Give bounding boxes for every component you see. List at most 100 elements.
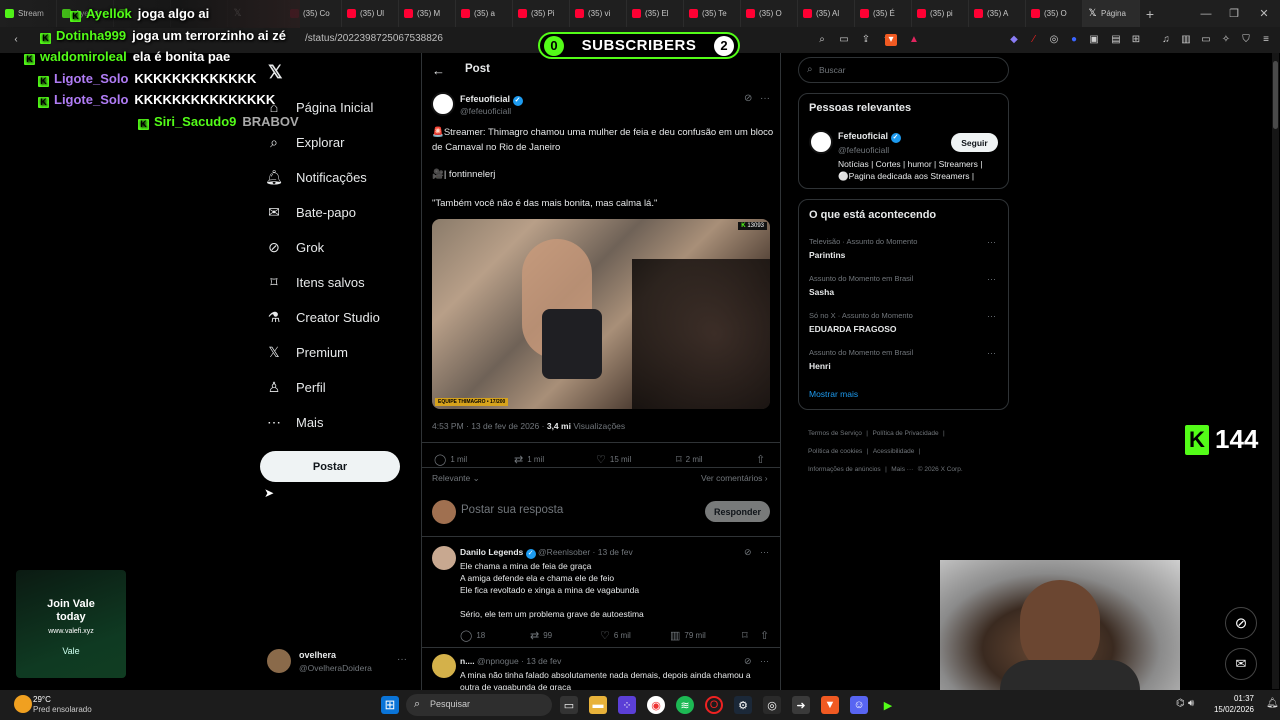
file-explorer-icon[interactable]: ▬ [589, 696, 607, 714]
spotify-icon[interactable]: ≋ [676, 696, 694, 714]
footer-link[interactable]: Política de cookies [808, 448, 862, 455]
bookmark-action[interactable]: ⌑ 2 mil [676, 453, 703, 466]
extension-icon[interactable]: ⁄ [1028, 34, 1040, 46]
chat-username[interactable]: Dotinha999 [56, 28, 126, 43]
reply-input[interactable]: Postar sua resposta [461, 504, 563, 516]
chat-username[interactable]: Ligote_Solo [54, 71, 128, 86]
account-avatar[interactable] [267, 649, 291, 673]
nav-item[interactable]: ♙ Perfil [266, 376, 326, 398]
comment-reply-action[interactable]: ◯ 18 [460, 629, 485, 642]
search-input[interactable]: Buscar [819, 65, 845, 75]
follow-button[interactable]: Seguir [951, 133, 998, 152]
author-avatar[interactable] [431, 92, 455, 116]
relevant-avatar[interactable] [809, 130, 833, 154]
grok-icon[interactable]: ⊘ [744, 547, 752, 558]
task-view-icon[interactable]: ▭ [560, 696, 578, 714]
comment-views-action[interactable]: ▥ 79 mil [670, 629, 706, 642]
trend-item[interactable]: Assunto do Momento em Brasil Henri [809, 348, 999, 371]
browser-tab[interactable]: (35) A [969, 0, 1026, 27]
new-tab-icon[interactable]: + [1140, 6, 1160, 22]
footer-link[interactable]: Informações de anúncios [808, 466, 881, 473]
rewards-icon[interactable]: ▲ [908, 34, 920, 46]
browser-tab[interactable]: (35) pi [912, 0, 969, 27]
more-icon[interactable]: ··· [760, 656, 769, 666]
nav-item[interactable]: ⋯ Mais [266, 411, 323, 433]
repost-action[interactable]: ⇄ 1 mil [514, 453, 544, 466]
trend-more-icon[interactable]: ··· [987, 311, 996, 321]
browser-tab[interactable]: (35) Pi [513, 0, 570, 27]
search-box[interactable]: ⌕ Buscar [798, 57, 1009, 83]
browser-tab[interactable]: 𝕏 Página [1083, 0, 1140, 27]
more-icon[interactable]: ··· [760, 93, 770, 104]
trend-more-icon[interactable]: ··· [987, 274, 996, 284]
discord-icon[interactable]: ☺ [850, 696, 868, 714]
extension-icon[interactable]: ⊞ [1130, 34, 1142, 46]
browser-tab[interactable]: (35) Te [684, 0, 741, 27]
grok-fab-icon[interactable]: ⊘ [1225, 607, 1257, 639]
browser-tab[interactable]: (35) El [627, 0, 684, 27]
volume-icon[interactable]: 🔊︎ [1188, 698, 1194, 709]
scrollbar[interactable] [1272, 53, 1279, 689]
minimize-icon[interactable]: — [1192, 0, 1220, 27]
close-window-icon[interactable]: ✕ [1250, 0, 1278, 27]
chat-username[interactable]: Ligote_Solo [54, 92, 128, 107]
extension-icon[interactable]: ▤ [1110, 34, 1122, 46]
notification-icon[interactable]: 🔔︎ [1266, 698, 1279, 709]
steam-icon[interactable]: ⚙ [734, 696, 752, 714]
nav-item[interactable]: 𝕏 Premium [266, 341, 348, 363]
messages-fab-icon[interactable]: ✉ [1225, 648, 1257, 680]
trend-item[interactable]: Assunto do Momento em Brasil Sasha [809, 274, 999, 297]
extension-icon[interactable]: ◆ [1008, 34, 1020, 46]
network-icon[interactable]: ⌬ [1176, 698, 1185, 709]
back-arrow-icon[interactable]: ← [432, 63, 445, 78]
kick-app-icon[interactable]: ▶ [879, 696, 897, 714]
chrome-icon[interactable]: ◉ [647, 696, 665, 714]
comment-repost-action[interactable]: ⇄ 99 [530, 629, 552, 642]
post-button[interactable]: Postar [260, 451, 400, 482]
post-media[interactable]: K 13093 EQUIPE THIMAGRO • 17/200 [432, 219, 770, 409]
more-icon[interactable]: ··· [760, 547, 769, 557]
ai-icon[interactable]: ✧ [1220, 34, 1232, 46]
weather-temp[interactable]: 29°C [33, 695, 51, 704]
footer-link[interactable]: Acessibilidade [873, 448, 915, 455]
see-comments-link[interactable]: Ver comentários › [701, 473, 768, 483]
browser-tab[interactable]: (35) O [1026, 0, 1083, 27]
browser-tab[interactable]: (35) Al [798, 0, 855, 27]
author-name[interactable]: Fefeuoficial [460, 94, 510, 104]
zoom-icon[interactable]: ⌕ [816, 34, 828, 46]
grok-icon[interactable]: ⊘ [744, 656, 752, 667]
nav-item[interactable]: ⊘ Grok [266, 236, 324, 258]
relevant-name[interactable]: Fefeuoficial [838, 131, 888, 141]
footer-link[interactable]: Mais ··· [891, 466, 913, 473]
reply-button[interactable]: Responder [705, 501, 770, 522]
grok-icon[interactable]: ⊘ [744, 93, 752, 104]
apps-icon[interactable]: ⁘ [618, 696, 636, 714]
taskbar-search[interactable]: ⌕ Pesquisar [406, 694, 552, 716]
scrollbar-thumb[interactable] [1273, 61, 1278, 129]
brave-icon[interactable]: ▼ [821, 696, 839, 714]
browser-tab[interactable]: (35) a [456, 0, 513, 27]
chat-username[interactable]: Ayellok [86, 6, 132, 21]
trend-item[interactable]: Só no X · Assunto do Momento EDUARDA FRA… [809, 311, 999, 334]
nav-item[interactable]: ✉ Bate-papo [266, 201, 356, 223]
vale-ad[interactable]: Join Vale today www.valefi.xyz Vale [16, 570, 126, 678]
footer-link[interactable]: Termos de Serviço [808, 430, 862, 437]
chat-username[interactable]: waldomiroleal [40, 49, 127, 64]
cast-icon[interactable]: ▭ [838, 34, 850, 46]
nav-item[interactable]: ⌕ Explorar [266, 131, 344, 153]
browser-tab[interactable]: (35) O [741, 0, 798, 27]
sort-dropdown[interactable]: Relevante ⌄ [432, 473, 480, 484]
shield-icon[interactable]: ⛉ [1240, 34, 1252, 46]
account-name[interactable]: ovelhera [299, 650, 336, 660]
browser-tab[interactable]: (35) Ul [342, 0, 399, 27]
extension-icon[interactable]: ● [1068, 34, 1080, 46]
comment-bookmark-action[interactable]: ⌑ [742, 629, 748, 642]
trend-item[interactable]: Televisão · Assunto do Momento Parintins [809, 237, 999, 260]
trend-more-icon[interactable]: ··· [987, 348, 996, 358]
clock-time[interactable]: 01:37 [1228, 694, 1254, 703]
back-icon[interactable]: ‹ [10, 34, 22, 46]
windows-start-icon[interactable]: ⊞ [381, 696, 399, 714]
browser-tab[interactable]: (35) É [855, 0, 912, 27]
like-action[interactable]: ♡ 15 mil [596, 453, 631, 466]
menu-icon[interactable]: ≡ [1260, 34, 1272, 46]
